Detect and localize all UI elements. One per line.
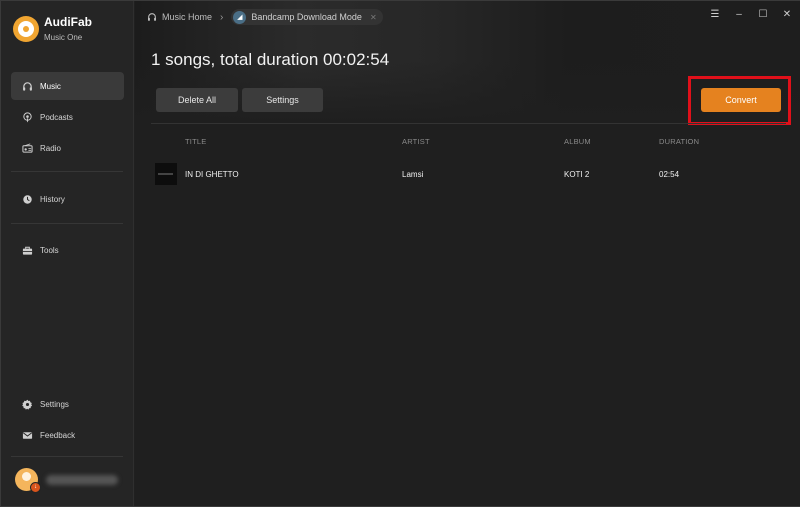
headphones-icon — [148, 13, 156, 21]
minimize-icon[interactable]: – — [734, 9, 744, 20]
sidebar: AudiFab Music One Music Podcasts Radio H… — [1, 1, 134, 506]
brand-subtitle: Music One — [44, 33, 83, 42]
page-title: 1 songs, total duration 00:02:54 — [151, 50, 390, 69]
sidebar-item-label: Podcasts — [40, 112, 73, 122]
table-row[interactable]: IN DI GHETTO Lamsi KOTI 2 02:54 — [151, 161, 786, 187]
brand-name: AudiFab — [44, 15, 92, 29]
column-header-title[interactable]: TITLE — [185, 137, 206, 146]
sidebar-item-radio[interactable]: Radio — [11, 134, 124, 162]
breadcrumb-home[interactable]: Music Home — [147, 12, 212, 22]
sidebar-item-tools[interactable]: Tools — [11, 236, 124, 264]
avatar[interactable]: ↓ — [15, 468, 41, 493]
sidebar-item-podcasts[interactable]: Podcasts — [11, 103, 124, 131]
user-name-blurred — [46, 474, 118, 485]
column-header-artist[interactable]: ARTIST — [402, 137, 430, 146]
clock-icon — [21, 193, 33, 205]
app-window: AudiFab Music One Music Podcasts Radio H… — [0, 0, 800, 507]
account-badge-icon: ↓ — [30, 482, 41, 493]
close-tab-icon[interactable]: ✕ — [370, 13, 377, 22]
maximize-icon[interactable]: ☐ — [758, 9, 768, 20]
breadcrumb-current-label: Bandcamp Download Mode — [251, 12, 362, 22]
sidebar-item-history[interactable]: History — [11, 185, 124, 213]
gear-icon — [21, 398, 33, 410]
mail-icon — [21, 429, 33, 441]
close-icon[interactable]: ✕ — [782, 9, 792, 20]
audifab-logo-icon — [13, 16, 39, 42]
sidebar-item-music[interactable]: Music — [11, 72, 124, 100]
sidebar-item-feedback[interactable]: Feedback — [11, 421, 124, 449]
song-title: IN DI GHETTO — [185, 170, 239, 179]
convert-button[interactable]: Convert — [701, 88, 781, 112]
delete-all-button[interactable]: Delete All — [156, 88, 238, 112]
sidebar-divider — [11, 456, 123, 457]
headphones-icon — [21, 80, 33, 92]
breadcrumb-current[interactable]: ◢ Bandcamp Download Mode ✕ — [231, 9, 383, 25]
column-header-album[interactable]: ALBUM — [564, 137, 591, 146]
sidebar-divider — [11, 223, 123, 224]
menu-icon[interactable]: ☰ — [710, 9, 720, 20]
table-divider — [151, 123, 786, 124]
toolbox-icon — [21, 244, 33, 256]
sidebar-item-label: Feedback — [40, 430, 76, 440]
sidebar-divider — [11, 171, 123, 172]
sidebar-item-label: Settings — [40, 399, 69, 409]
sidebar-item-label: Radio — [40, 143, 61, 153]
song-duration: 02:54 — [659, 170, 680, 179]
user-account[interactable]: ↓ — [15, 468, 118, 493]
breadcrumb: Music Home › ◢ Bandcamp Download Mode ✕ — [147, 8, 383, 26]
main-panel: Music Home › ◢ Bandcamp Download Mode ✕ … — [135, 1, 800, 506]
breadcrumb-home-label: Music Home — [162, 12, 213, 22]
window-controls: ☰ – ☐ ✕ — [710, 9, 792, 20]
song-artist: Lamsi — [402, 170, 424, 179]
song-album: KOTI 2 — [564, 170, 590, 179]
sidebar-item-label: Tools — [40, 245, 59, 255]
podcast-icon — [21, 111, 33, 123]
column-header-duration[interactable]: DURATION — [659, 137, 699, 146]
album-art-thumbnail — [155, 163, 177, 185]
sidebar-item-label: Music — [40, 81, 61, 91]
brand: AudiFab Music One — [13, 16, 92, 42]
settings-button[interactable]: Settings — [242, 88, 323, 112]
radio-icon — [21, 142, 33, 154]
sidebar-item-label: History — [40, 194, 65, 204]
sidebar-item-settings[interactable]: Settings — [11, 390, 124, 418]
bandcamp-icon: ◢ — [233, 10, 247, 24]
chevron-right-icon: › — [220, 11, 224, 23]
